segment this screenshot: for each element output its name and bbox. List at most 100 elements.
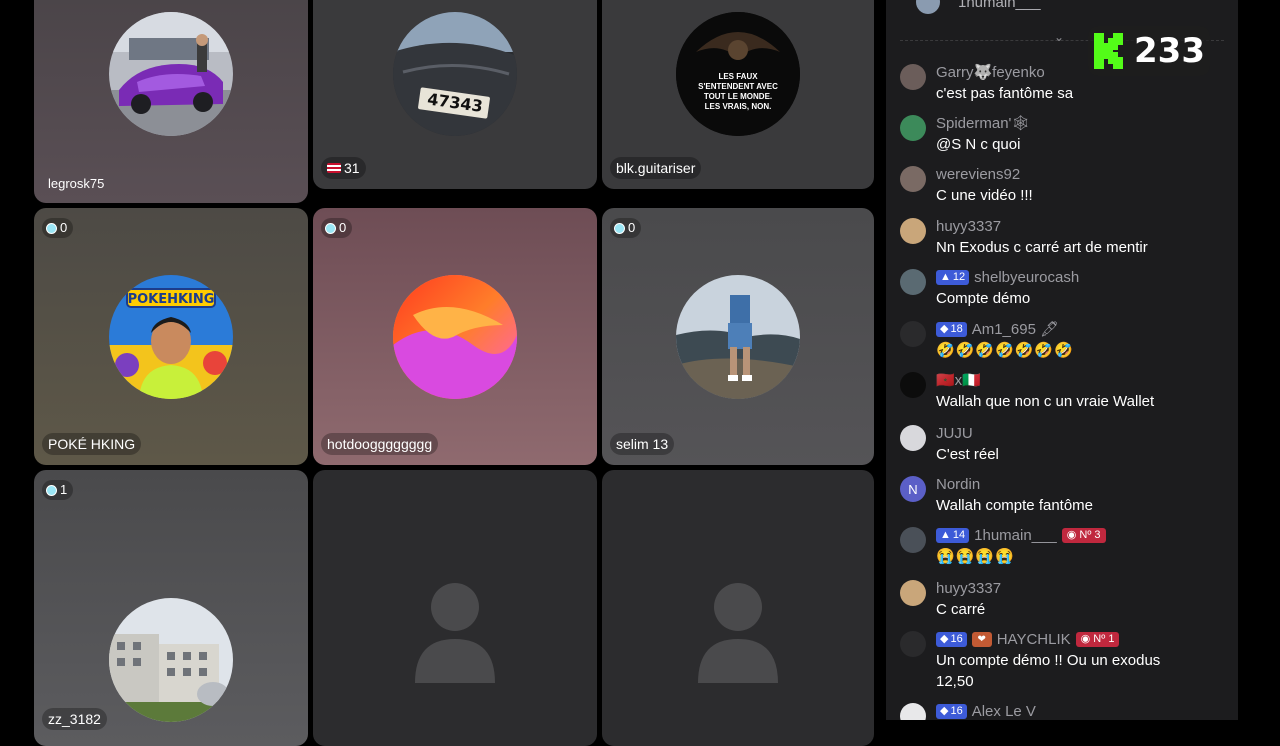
level-badge: ▲ 14 [936, 527, 970, 543]
avatar [900, 703, 926, 720]
avatar: N [900, 476, 926, 502]
chat-text: Compte démo [936, 290, 1031, 307]
avatar [900, 631, 926, 657]
chat-text: @S N c quoi [936, 136, 1021, 153]
gem-icon [325, 222, 336, 234]
rank-badge: ◉ Nº 3 [1061, 527, 1106, 543]
chat-panel[interactable]: 1humain___ ⌄ Garry🐺feyenko c'est pas fan… [886, 0, 1238, 720]
guest-score-badge: 0 [610, 218, 642, 238]
guest-tile[interactable]: 1 zz_3182 [34, 470, 308, 746]
guest-tile[interactable]: 0 selim 13 [602, 208, 874, 465]
avatar [900, 166, 926, 192]
chat-text: C une vidéo !!! [936, 187, 1033, 204]
guest-name: blk.guitariser [610, 157, 702, 179]
rank-text: Nº 3 [1079, 528, 1101, 541]
guest-name: selim 13 [610, 433, 675, 455]
guest-name: POKÉ HKING [42, 433, 142, 455]
guest-tile[interactable]: LES FAUX S'ENTENDENT AVEC TOUT LE MONDE.… [602, 0, 874, 189]
chat-username[interactable]: JUJU [936, 425, 973, 442]
chat-username[interactable]: 1humain___ [974, 527, 1057, 544]
viewer-count-badge: 233 [1088, 26, 1210, 76]
user-placeholder-icon [415, 583, 495, 683]
chat-text: C carré [936, 601, 986, 618]
guest-tile[interactable]: 0 hotdoogggggggg [313, 208, 597, 465]
quote-line: S'ENTENDENT AVEC [698, 82, 778, 91]
guest-score-badge: 1 [42, 480, 74, 500]
avatar [916, 0, 940, 14]
empty-guest-slot[interactable] [602, 470, 874, 746]
logo-text: POKEHKING [128, 292, 215, 307]
level-badge: ◆ 18 [936, 321, 967, 337]
chat-text: Un compte démo !! Ou un exodus 12,50 [936, 652, 1161, 690]
guest-name: 31 [344, 160, 360, 176]
guest-avatar [109, 598, 233, 722]
guest-avatar: LES FAUX S'ENTENDENT AVEC TOUT LE MONDE.… [676, 12, 800, 136]
chat-username[interactable]: huyy3337 [936, 580, 1001, 597]
chat-text: 🤣🤣🤣🤣🤣🤣🤣 [936, 342, 1074, 359]
guest-name: zz_3182 [42, 708, 107, 730]
chat-username[interactable]: Garry🐺feyenko [936, 63, 1045, 81]
guest-tile[interactable]: 47343 31 [313, 0, 597, 189]
gem-icon [46, 484, 57, 496]
chevron-down-icon[interactable]: ⌄ [1054, 30, 1064, 44]
chat-username[interactable]: shelbyeurocash [974, 269, 1079, 286]
avatar [900, 64, 926, 90]
quote-line: LES FAUX [718, 72, 758, 81]
guest-avatar: POKEHKING [109, 274, 233, 399]
avatar [900, 321, 926, 347]
kick-logo-icon [1094, 33, 1123, 69]
chat-username[interactable]: wereviens92 [936, 166, 1020, 183]
chat-text: 😭😭😭😭 [936, 548, 1015, 565]
flag-icon [327, 163, 341, 173]
quote-line: TOUT LE MONDE. [703, 92, 773, 101]
level-number: 12 [952, 270, 966, 283]
guest-score: 0 [60, 220, 68, 235]
avatar [900, 527, 926, 553]
chat-username[interactable]: HAYCHLIK [997, 631, 1071, 648]
avatar [900, 115, 926, 141]
rank-badge: ◉ Nº 1 [1075, 631, 1120, 647]
chat-text: c'est pas fantôme sa [936, 85, 1074, 102]
guest-grid: legrosk75 47343 31 LES FAUX S'ENTENDENT … [34, 0, 874, 746]
guest-avatar [676, 274, 800, 399]
guest-name: hotdoogggggggg [321, 433, 439, 455]
chat-text: Wallah que non c un vraie Wallet [936, 393, 1155, 410]
avatar-initial: N [908, 481, 918, 497]
guest-avatar [109, 12, 233, 136]
guest-score-badge: 0 [321, 218, 353, 238]
rank-text: Nº 1 [1093, 632, 1115, 645]
chat-username[interactable]: Spiderman'🕸 [936, 114, 1030, 132]
chat-username[interactable]: Am1_695 🖋 [972, 320, 1059, 338]
avatar-quote: LES FAUX S'ENTENDENT AVEC TOUT LE MONDE.… [676, 72, 800, 112]
gem-icon [614, 222, 625, 234]
guest-score-badge: 0 [42, 218, 74, 238]
guest-score: 0 [339, 220, 347, 235]
chat-username[interactable]: Alex Le V [972, 703, 1036, 720]
chat-username[interactable]: 🇲🇦x🇮🇹 [936, 371, 981, 389]
guest-tile[interactable]: 0 POKEHKING POKÉ HKING [34, 208, 308, 465]
gem-icon [46, 222, 57, 234]
chat-text: C'est réel [936, 446, 999, 463]
empty-guest-slot[interactable] [313, 470, 597, 746]
quote-line: LES VRAIS, NON. [704, 102, 772, 111]
level-badge: ◆ 16 [936, 631, 967, 647]
guest-score: 0 [628, 220, 636, 235]
guest-name: legrosk75 [48, 176, 105, 191]
level-number: 16 [950, 704, 963, 717]
chat-text: Wallah compte fantôme [936, 497, 1094, 514]
guest-avatar: 47343 [393, 12, 517, 136]
avatar [900, 372, 926, 398]
level-number: 18 [950, 322, 963, 335]
guest-name-pill: 31 [321, 157, 366, 179]
chat-username: 1humain___ [958, 0, 1041, 11]
user-placeholder-icon [698, 583, 778, 683]
guest-score: 1 [60, 482, 68, 497]
level-number: 14 [952, 528, 966, 541]
avatar [900, 218, 926, 244]
guest-tile[interactable]: legrosk75 [34, 0, 308, 203]
viewer-count: 233 [1134, 31, 1205, 71]
guest-avatar [393, 274, 517, 399]
chat-username[interactable]: Nordin [936, 476, 980, 493]
level-badge: ▲ 12 [936, 269, 970, 285]
chat-username[interactable]: huyy3337 [936, 218, 1001, 235]
